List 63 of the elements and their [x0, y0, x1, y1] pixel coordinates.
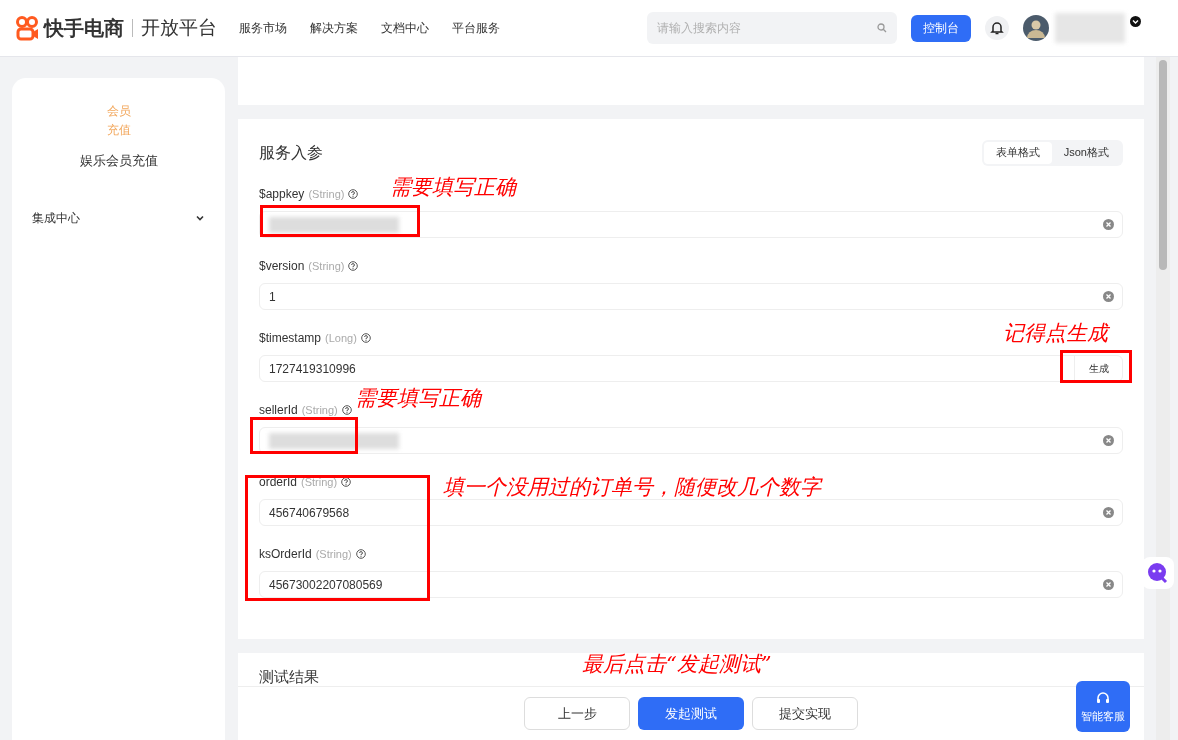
field-label: $timestamp [259, 330, 322, 347]
format-tab[interactable]: Json格式 [1051, 141, 1121, 164]
logo-icon [15, 15, 40, 41]
section-title: 服务入参 [259, 142, 323, 163]
clear-icon[interactable] [1103, 507, 1114, 518]
footer-button[interactable]: 提交实现 [752, 697, 858, 730]
field-label: $appkey [259, 186, 305, 203]
nav-link[interactable]: 文档中心 [381, 19, 429, 37]
user-avatar[interactable] [1023, 15, 1049, 41]
input-field[interactable] [259, 211, 1123, 238]
highlight-frame [1060, 350, 1132, 383]
nav-link[interactable]: 服务市场 [239, 19, 287, 37]
annotation-text: 最后点击“发起测试” [582, 653, 772, 675]
nav-link[interactable]: 平台服务 [452, 19, 500, 37]
category-label: 充值 [106, 122, 131, 139]
help-icon[interactable] [355, 549, 366, 559]
input-field[interactable]: 45673002207080569 [259, 571, 1123, 598]
account-menu-icon[interactable] [1130, 15, 1141, 27]
field-type: (String) [308, 258, 345, 274]
field-type: (String) [301, 402, 338, 418]
field-type: (Long) [325, 330, 357, 346]
search-field[interactable]: 请输入搜索内容 [647, 12, 897, 44]
search-icon [877, 23, 887, 33]
input-field[interactable]: 1727419310996 生成 [259, 355, 1123, 382]
category-label: 会员 [106, 103, 131, 120]
brand-name: 快手电商 [44, 16, 124, 41]
annotation-text: 需要填写正确 [355, 387, 481, 409]
help-icon[interactable] [341, 405, 352, 415]
notification-bell-icon[interactable] [985, 16, 1009, 40]
format-tab[interactable]: 表单格式 [983, 141, 1052, 164]
clear-icon[interactable] [1103, 579, 1114, 590]
console-button[interactable]: 控制台 [911, 14, 971, 42]
field-type: (String) [315, 546, 352, 562]
annotation-text: 填一个没用过的订单号，随便改几个数字 [443, 476, 821, 498]
field-label: ksOrderId [259, 546, 312, 563]
input-field[interactable] [259, 427, 1123, 454]
annotation-text: 记得点生成 [1003, 322, 1108, 344]
help-icon[interactable] [348, 189, 359, 199]
footer-button[interactable]: 发起测试 [638, 697, 744, 730]
support-button[interactable]: 智能客服 [1076, 681, 1130, 732]
clear-icon[interactable] [1103, 435, 1114, 446]
help-icon[interactable] [341, 477, 352, 487]
input-field[interactable]: 1 [259, 283, 1123, 310]
product-name: 开放平台 [141, 15, 217, 40]
help-icon[interactable] [348, 261, 359, 271]
field-label: $version [259, 258, 305, 275]
input-field[interactable]: 456740679568 [259, 499, 1123, 526]
annotation-text: 需要填写正确 [390, 176, 516, 198]
nav-link[interactable]: 解决方案 [310, 19, 358, 37]
field-label: orderId [259, 474, 298, 491]
footer-button[interactable]: 上一步 [524, 697, 630, 730]
field-type: (String) [308, 186, 345, 202]
clear-icon[interactable] [1103, 219, 1114, 230]
chat-bubble-icon[interactable] [1142, 557, 1174, 589]
help-icon[interactable] [360, 333, 371, 343]
service-title: 娱乐会员充值 [78, 152, 159, 170]
generate-button[interactable]: 生成 [1074, 356, 1122, 381]
sidebar-item[interactable]: 集成中心 [32, 208, 205, 227]
field-type: (String) [301, 474, 338, 490]
scrollbar-thumb[interactable] [1159, 60, 1167, 270]
section-title: 测试结果 [259, 668, 319, 685]
clear-icon[interactable] [1103, 291, 1114, 302]
field-label: sellerId [259, 402, 298, 419]
